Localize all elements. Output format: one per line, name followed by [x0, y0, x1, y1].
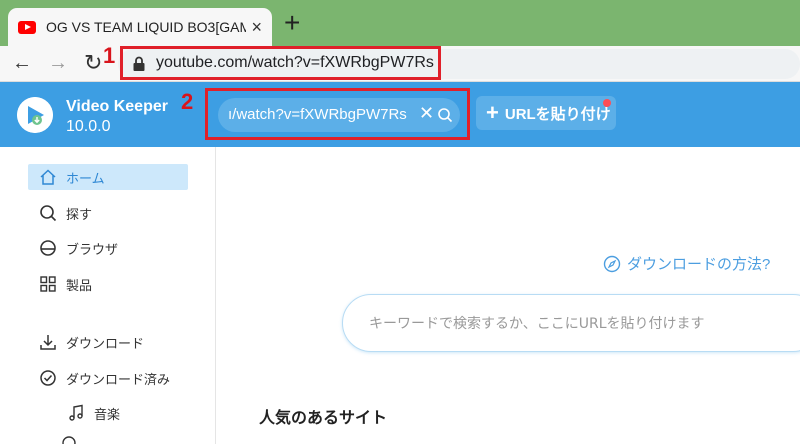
- app-name: Video Keeper: [66, 98, 168, 115]
- tab-close-button[interactable]: ×: [251, 17, 262, 38]
- reload-button[interactable]: ↻: [84, 52, 102, 74]
- highlight-box-2: [205, 88, 470, 140]
- sidebar-item-label: 探す: [66, 206, 93, 222]
- sidebar-item-download[interactable]: ダウンロード: [28, 329, 188, 355]
- sidebar-item-label: ホーム: [66, 170, 105, 186]
- highlight-box-1: [120, 46, 441, 80]
- step-marker-1: 1: [103, 43, 116, 68]
- tab-title: OG VS TEAM LIQUID BO3[GAME: [46, 19, 246, 35]
- sidebar-item-search[interactable]: 探す: [28, 200, 188, 226]
- how-to-download-label: ダウンロードの方法?: [627, 256, 771, 273]
- browser-tab[interactable]: OG VS TEAM LIQUID BO3[GAME ×: [8, 8, 272, 46]
- sidebar-item-label: 製品: [66, 277, 93, 293]
- sidebar-item-downloaded[interactable]: ダウンロード済み: [28, 365, 188, 391]
- sidebar-item-products[interactable]: 製品: [28, 271, 188, 297]
- home-icon: [38, 167, 58, 187]
- video-keeper-logo-icon: [17, 97, 53, 133]
- plus-icon: +: [486, 100, 499, 125]
- notification-dot: [603, 99, 611, 107]
- keyword-search-input[interactable]: [369, 313, 789, 335]
- partial-icon: [62, 436, 76, 444]
- sidebar-item-label: ダウンロード: [66, 335, 145, 351]
- back-button[interactable]: ←: [12, 52, 32, 74]
- music-icon: [66, 403, 86, 423]
- app-version: 10.0.0: [66, 118, 111, 135]
- step-marker-2: 2: [181, 89, 194, 114]
- sidebar-item-label: 音楽: [94, 406, 121, 422]
- sidebar-item-home[interactable]: ホーム: [28, 164, 188, 190]
- products-icon: [38, 274, 58, 294]
- download-icon: [38, 332, 58, 352]
- forward-button[interactable]: →: [48, 52, 68, 74]
- how-to-download-link[interactable]: ダウンロードの方法?: [603, 253, 770, 274]
- sidebar-item-music[interactable]: 音楽: [56, 400, 216, 426]
- paste-url-label: URLを貼り付け: [504, 105, 611, 123]
- browser-tab-strip: OG VS TEAM LIQUID BO3[GAME × +: [0, 0, 800, 46]
- sidebar-item-label: ダウンロード済み: [66, 371, 171, 387]
- browser-icon: [38, 238, 58, 258]
- compass-icon: [603, 255, 621, 272]
- keyword-search-box[interactable]: [342, 294, 800, 352]
- sidebar-item-label: ブラウザ: [66, 241, 119, 257]
- new-tab-button[interactable]: +: [284, 9, 300, 37]
- search-icon: [38, 203, 58, 223]
- youtube-icon: [18, 20, 36, 34]
- popular-sites-heading: 人気のあるサイト: [259, 410, 388, 427]
- check-circle-icon: [38, 368, 58, 388]
- paste-url-button[interactable]: + URLを貼り付け: [476, 96, 616, 130]
- sidebar-item-browser[interactable]: ブラウザ: [28, 235, 188, 261]
